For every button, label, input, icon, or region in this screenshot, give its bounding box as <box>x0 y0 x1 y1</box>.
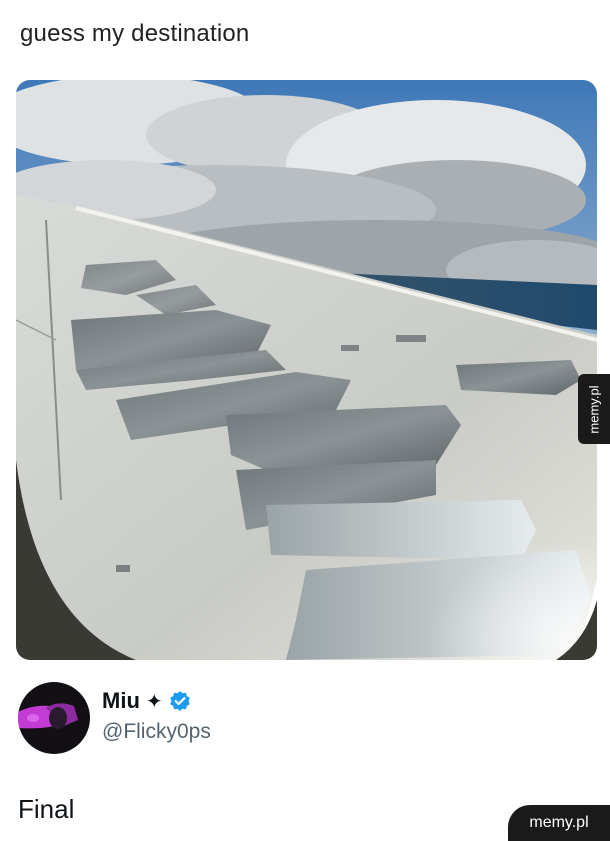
author-name-row: Miu ✦ <box>102 688 191 714</box>
user-handle[interactable]: @Flicky0ps <box>102 720 211 744</box>
side-watermark: memy.pl <box>578 374 610 444</box>
avatar[interactable] <box>18 682 90 754</box>
sparkle-icon: ✦ <box>145 690 163 713</box>
side-watermark-label: memy.pl <box>586 384 602 434</box>
display-name[interactable]: Miu <box>102 688 140 714</box>
post-caption: guess my destination <box>20 20 250 47</box>
bottom-watermark-label: memy.pl <box>529 814 589 831</box>
verified-badge-icon[interactable] <box>169 690 191 712</box>
bottom-watermark: memy.pl <box>508 805 610 841</box>
airplane-wing-photo[interactable] <box>16 80 597 660</box>
tweet-text: Final <box>18 794 75 824</box>
